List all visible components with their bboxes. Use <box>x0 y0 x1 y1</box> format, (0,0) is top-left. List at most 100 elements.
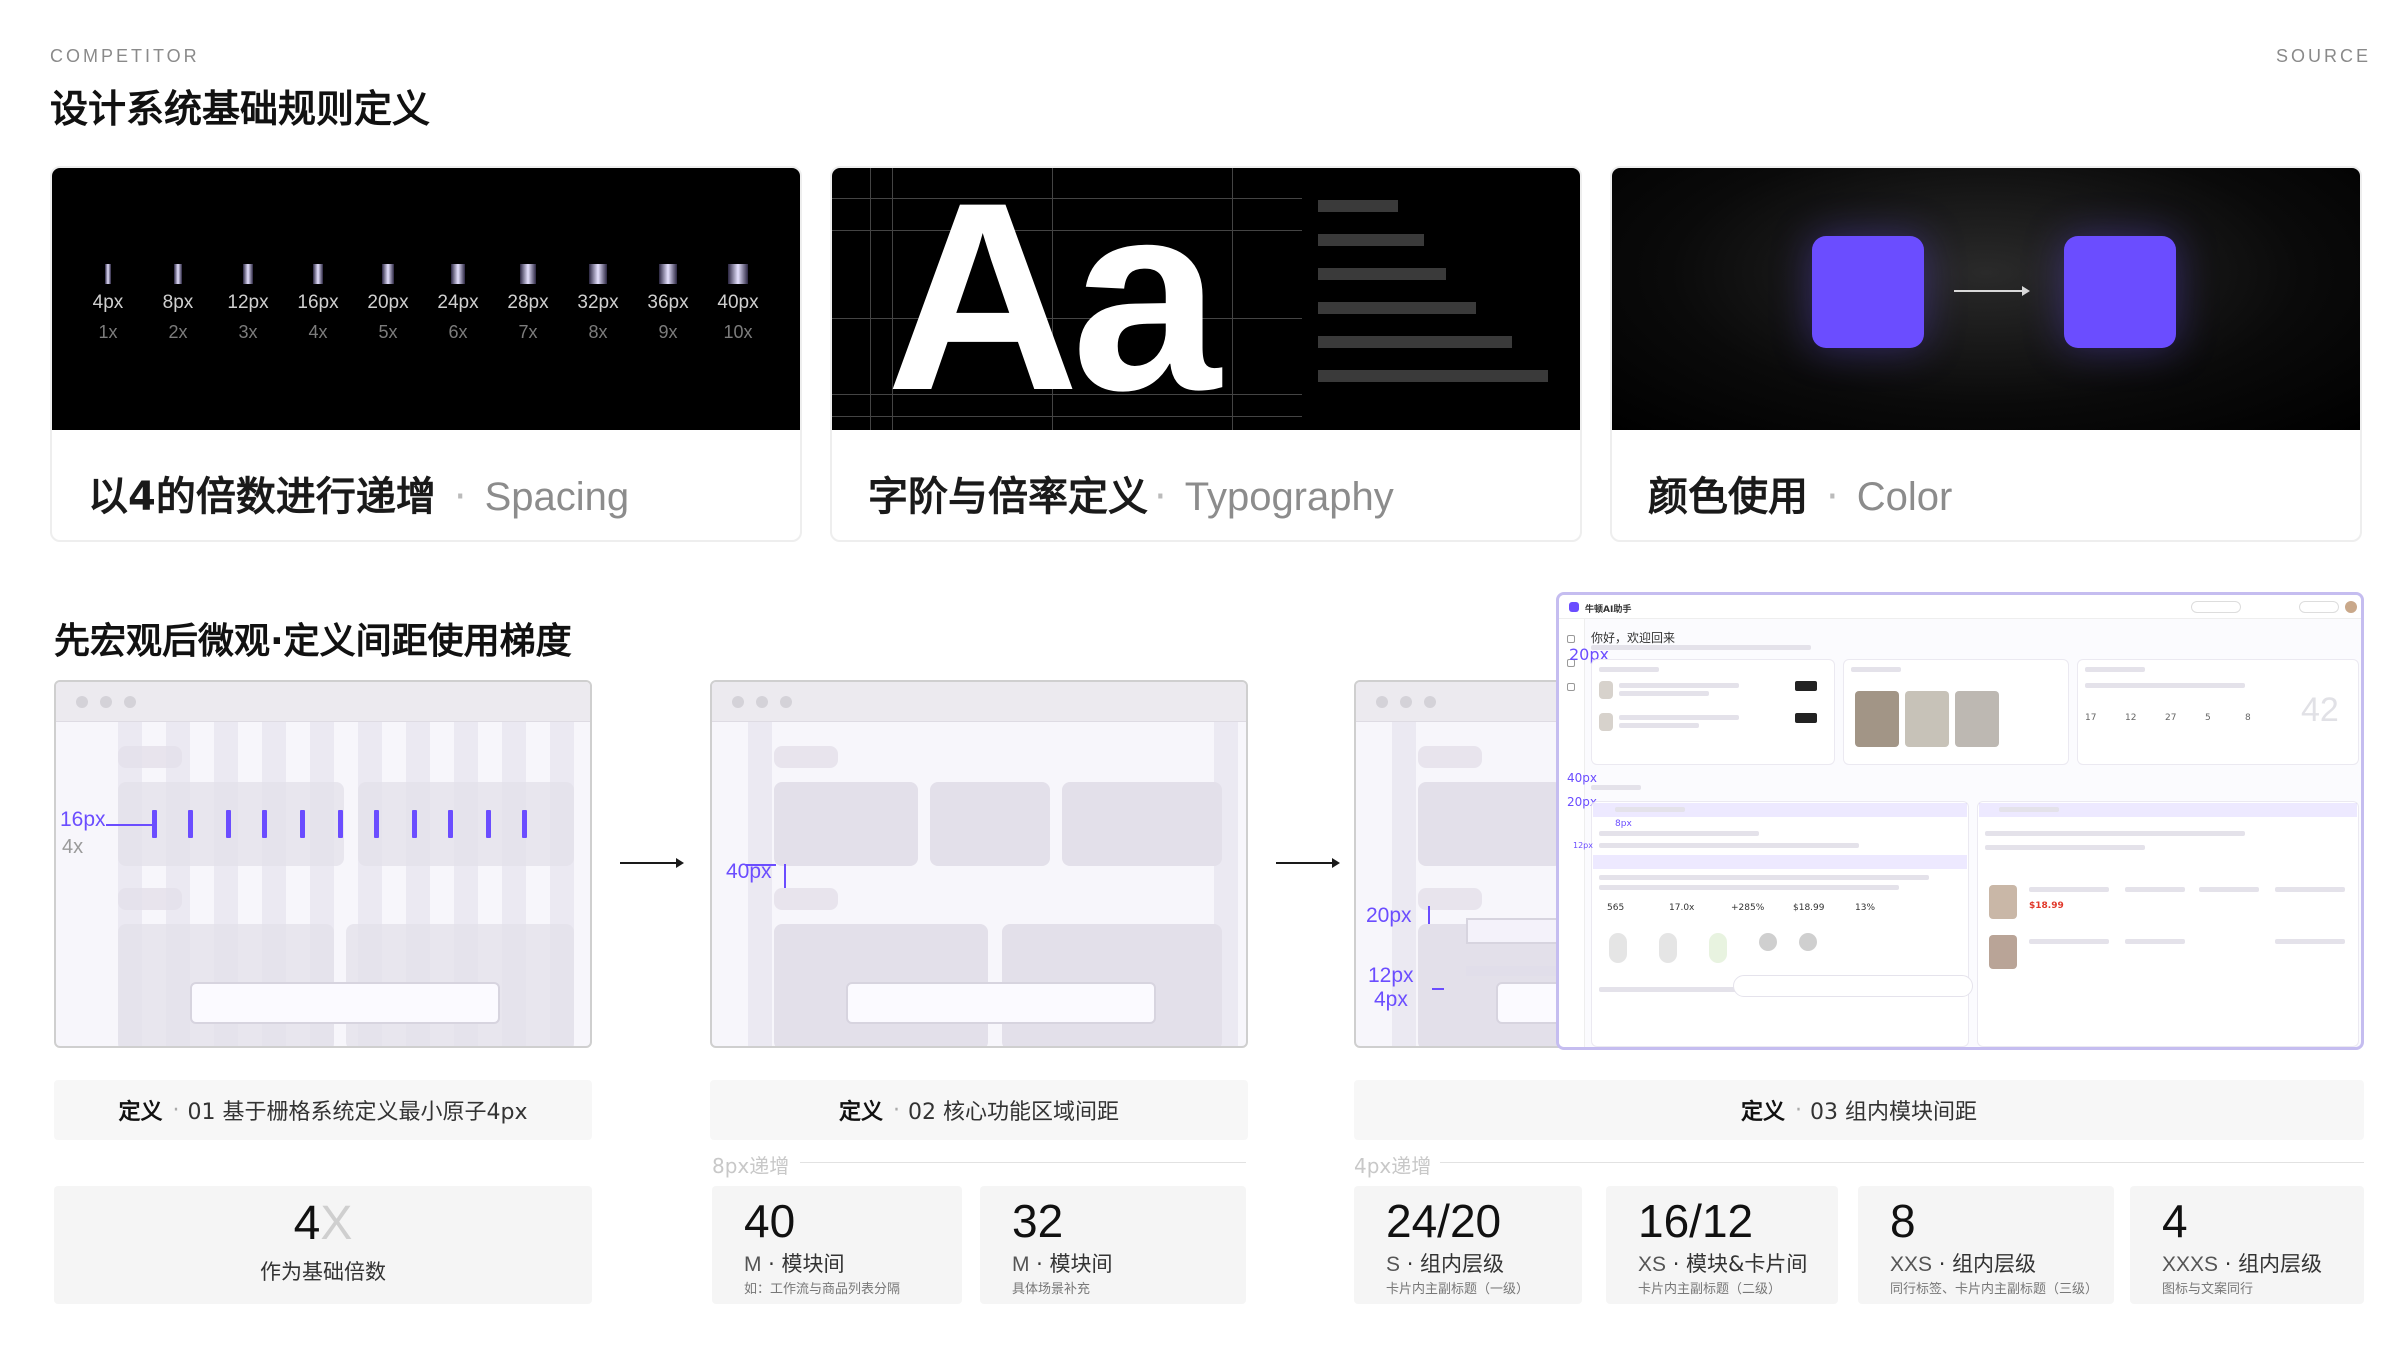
spacing-multiplier-label: 6x <box>448 322 468 342</box>
spacing-px-label: 36px <box>647 292 689 313</box>
stat-card-32: 32 M · 模块间 具体场景补充 <box>980 1186 1246 1304</box>
typography-caption: 字阶与倍率定义 · Typography <box>868 474 1394 520</box>
spacing-step: 4px 1x <box>76 264 140 343</box>
definition-label: 定义 <box>838 1100 883 1125</box>
page-title: 设计系统基础规则定义 <box>50 87 431 131</box>
stat-card-8: 8 XXS · 组内层级 同行标签、卡片内主副标题（三级） <box>1858 1186 2114 1304</box>
order-stat: 5 <box>2205 713 2211 723</box>
color-card: 颜色使用 · Color <box>1610 166 2362 542</box>
stat-number: 24/20 <box>1386 1195 1502 1247</box>
spacing-bar <box>174 264 182 284</box>
grid-frame-2 <box>710 680 1248 1048</box>
spacing-bar <box>312 264 324 284</box>
color-en-title: Color <box>1856 475 1953 519</box>
spacing-px-label: 4px <box>92 292 124 313</box>
typography-en-title: Typography <box>1184 475 1394 519</box>
spacing-step: 28px 7x <box>496 264 560 343</box>
app-name: 牛顿AI助手 <box>1585 605 1632 615</box>
stat-code: XS <box>1638 1253 1667 1276</box>
color-preview <box>1612 168 2360 430</box>
spacing-px-label: 24px <box>437 292 479 313</box>
spacing-annotation-20px: 20px <box>1366 904 1412 927</box>
workflow-panel-left <box>1591 801 1969 1047</box>
panel-button[interactable] <box>1795 713 1817 723</box>
spacing-bar <box>451 264 465 284</box>
typography-sample: Aa <box>886 168 1221 430</box>
type-scale-bar <box>1318 370 1548 382</box>
stat-name: 模块&卡片间 <box>1686 1252 1808 1276</box>
placeholder-bar <box>846 982 1156 1024</box>
stat-name: 组内层级 <box>1420 1252 1505 1276</box>
stat-number: 8 <box>1890 1195 1916 1247</box>
color-swatch-after <box>2064 236 2176 348</box>
spacing-multiplier-label: 7x <box>518 322 538 342</box>
sidebar-icon[interactable] <box>1567 635 1575 643</box>
typography-title: 字阶与倍率定义 <box>868 474 1148 520</box>
panel-button[interactable] <box>1795 681 1817 691</box>
stat-name: 模块间 <box>781 1252 845 1276</box>
definition-text: 03 组内模块间距 <box>1810 1100 1977 1125</box>
spacing-px-label: 16px <box>297 292 339 313</box>
base-x: X <box>320 1197 353 1250</box>
spacing-multiplier-label: 9x <box>658 322 678 342</box>
stat-code: XXS <box>1890 1253 1933 1276</box>
spacing-px-label: 32px <box>577 292 619 313</box>
spacing-multiplier-label: 8x <box>588 322 608 342</box>
shot-annotation-40px: 40px <box>1567 771 1597 785</box>
order-stat: 8 <box>2245 713 2251 723</box>
spacing-px-label: 20px <box>367 292 409 313</box>
spacing-step: 36px 9x <box>636 264 700 343</box>
definition-02: 定义 · 02 核心功能区域间距 <box>710 1080 1248 1140</box>
spacing-multiplier-label: 1x <box>98 322 118 342</box>
definition-01: 定义 · 01 基于栅格系统定义最小原子4px <box>54 1080 592 1140</box>
stat-card-4: 4 XXXS · 组内层级 图标与文案同行 <box>2130 1186 2364 1304</box>
metric-value: 17.0x <box>1669 903 1695 913</box>
definition-label: 定义 <box>118 1100 163 1125</box>
spacing-multiplier-label: 5x <box>378 322 398 342</box>
typography-card: Aa 字阶与倍率定义 · Typography <box>830 166 1582 542</box>
spacing-annotation-16px: 16px <box>60 808 106 831</box>
typography-preview: Aa <box>832 168 1580 430</box>
spacing-bar <box>381 264 395 284</box>
stat-note: 图标与文案同行 <box>2162 1282 2254 1297</box>
spacing-step: 8px 2x <box>146 264 210 343</box>
spacing-multiplier-label: 4x <box>308 322 328 342</box>
window-titlebar <box>712 682 1246 722</box>
spacing-step: 12px 3x <box>216 264 280 343</box>
chat-input[interactable] <box>1733 975 1973 997</box>
type-scale-bar <box>1318 302 1476 314</box>
metric-value: $18.99 <box>1793 903 1825 913</box>
type-scale-bar <box>1318 200 1398 212</box>
shot-annotation-12px: 12px <box>1573 841 1593 850</box>
definition-text: 02 核心功能区域间距 <box>908 1100 1119 1125</box>
spacing-annotation-4x: 4x <box>62 836 84 858</box>
definition-label: 定义 <box>1740 1100 1785 1125</box>
sidebar-icon[interactable] <box>1567 683 1575 691</box>
stat-card-40: 40 M · 模块间 如：工作流与商品列表分隔 <box>712 1186 962 1304</box>
step-label-4px: 4px递增 <box>1354 1154 1432 1178</box>
metric-value: 565 <box>1607 903 1625 913</box>
spacing-bar <box>589 264 607 284</box>
eyebrow-label: COMPETITOR <box>50 46 200 66</box>
step-label-8px: 8px递增 <box>712 1154 790 1178</box>
stat-name: 组内层级 <box>1952 1252 2037 1276</box>
stat-card-16-12: 16/12 XS · 模块&卡片间 卡片内主副标题（二级） <box>1606 1186 1838 1304</box>
spacing-card: 4px 1x 8px 2x 12px 3x 16px 4x 20px 5x 24px 6x 28px 7x… <box>50 166 802 542</box>
spacing-annotation-12px: 12px <box>1368 964 1414 987</box>
window-titlebar <box>56 682 590 722</box>
product-price: $18.99 <box>2029 901 2064 911</box>
stat-number: 4 <box>2162 1195 2188 1247</box>
spacing-annotation-40px: 40px <box>726 860 772 883</box>
arrow-icon <box>1954 286 2030 296</box>
source-label: SOURCE <box>2276 46 2372 66</box>
spacing-bar <box>658 264 678 284</box>
spacing-bar <box>105 264 111 284</box>
arrow-icon <box>620 858 684 868</box>
spacing-px-label: 12px <box>227 292 269 313</box>
stat-name: 组内层级 <box>2238 1252 2323 1276</box>
stat-note: 同行标签、卡片内主副标题（三级） <box>1890 1282 2099 1297</box>
metric-value: +285% <box>1731 903 1765 913</box>
spacing-multiplier-label: 3x <box>238 322 258 342</box>
stat-number: 32 <box>1012 1195 1064 1247</box>
spacing-bar <box>520 264 536 284</box>
